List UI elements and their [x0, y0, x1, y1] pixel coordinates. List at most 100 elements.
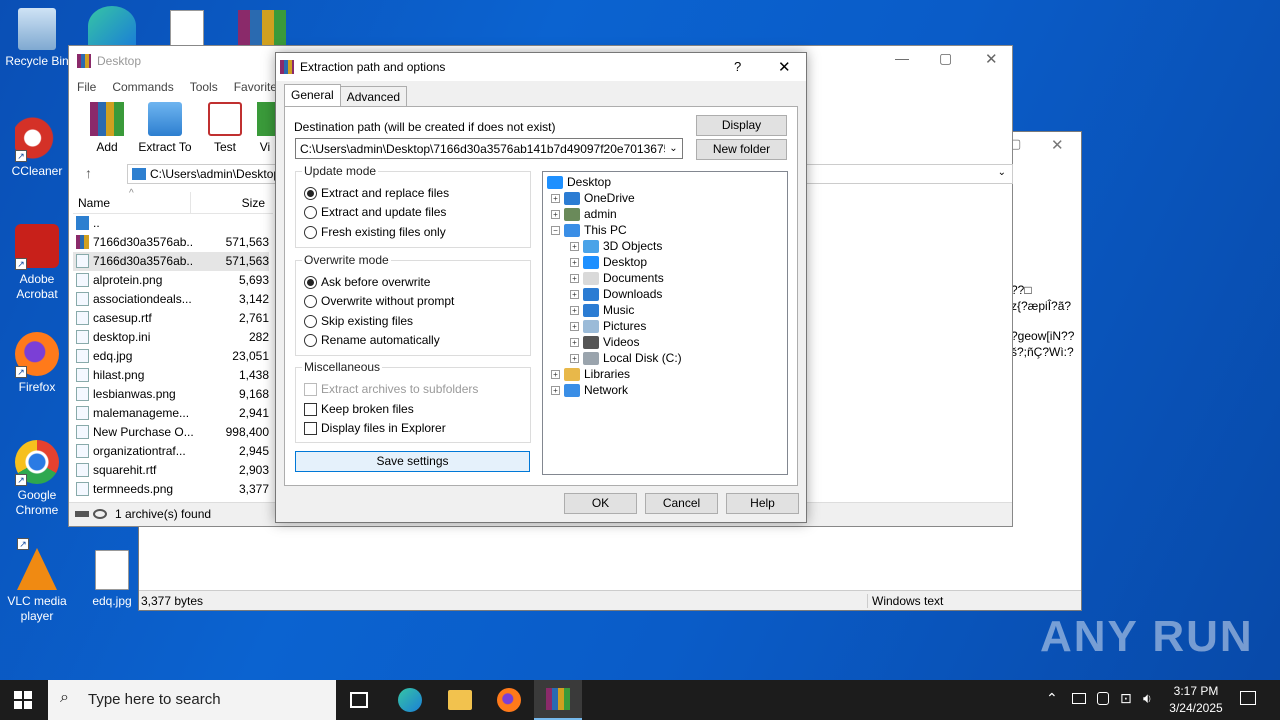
tree-node[interactable]: + OneDrive	[551, 190, 635, 206]
tree-node[interactable]: +3D Objects	[570, 238, 662, 254]
close-icon[interactable]: ✕	[985, 50, 998, 68]
menu-tools[interactable]: Tools	[190, 80, 218, 94]
expand-icon[interactable]: +	[570, 337, 579, 347]
tab-general[interactable]: General	[284, 84, 341, 108]
file-row[interactable]: edq.jpg 23,051	[73, 347, 269, 366]
checkbox-keep-broken-files[interactable]: Keep broken files	[304, 401, 414, 417]
radio-button[interactable]	[304, 333, 317, 347]
menu-file[interactable]: File	[77, 80, 96, 94]
file-explorer-icon[interactable]	[448, 690, 472, 710]
toolbar-add-button[interactable]: Add	[79, 102, 135, 154]
column-name[interactable]: Name	[78, 196, 110, 210]
tree-node[interactable]: + Downloads	[570, 286, 662, 302]
folder-tree[interactable]: Desktop + OneDrive + admin − This PC +3D Object…	[542, 171, 788, 475]
desktop-icon-firefox[interactable]: ↗ Firefox	[1, 332, 73, 395]
clock[interactable]: 3:17 PM 3/24/2025	[1166, 683, 1226, 717]
file-row[interactable]: lesbianwas.png 9,168	[73, 385, 269, 404]
file-row[interactable]: ..	[73, 214, 269, 233]
file-row[interactable]: termneeds.png 3,377	[73, 480, 269, 499]
checkbox[interactable]	[304, 402, 317, 416]
ok-button[interactable]: OK	[564, 493, 637, 514]
toolbar-test-button[interactable]: Test	[197, 102, 253, 154]
file-row[interactable]: 7166d30a3576ab... 571,563	[73, 252, 269, 271]
tree-node[interactable]: + Pictures	[570, 318, 646, 334]
task-view-icon[interactable]	[350, 692, 368, 708]
tree-node[interactable]: + admin	[551, 206, 617, 222]
file-row[interactable]: hilast.png 1,438	[73, 366, 269, 385]
radio-skip-existing[interactable]: Skip existing files	[304, 313, 413, 329]
tree-node[interactable]: Desktop	[547, 174, 611, 190]
expand-icon[interactable]: +	[570, 289, 579, 299]
desktop-icon-google-chrome[interactable]: ↗ Google Chrome	[1, 440, 73, 518]
radio-overwrite-without-prompt[interactable]: Overwrite without prompt	[304, 293, 454, 309]
checkbox[interactable]	[304, 421, 317, 435]
file-row[interactable]: squarehit.rtf 2,903	[73, 461, 269, 480]
radio-extract-replace[interactable]: Extract and replace files	[304, 185, 449, 201]
toolbar-view-button[interactable]: Vi	[253, 102, 277, 154]
tree-node[interactable]: + Network	[551, 382, 628, 398]
device-icon[interactable]	[1097, 692, 1109, 705]
column-size[interactable]: Size	[242, 196, 265, 210]
taskbar-search-box[interactable]: ⌕ Type here to search	[48, 680, 336, 720]
tree-node[interactable]: + Documents	[570, 270, 664, 286]
file-row[interactable]: malemanageme... 2,941	[73, 404, 269, 423]
expand-icon[interactable]: +	[551, 369, 560, 379]
new-folder-button[interactable]: New folder	[696, 139, 787, 160]
tree-node[interactable]: + Music	[570, 302, 634, 318]
chevron-up-icon[interactable]: ⌃	[1046, 690, 1058, 707]
expand-icon[interactable]: +	[570, 353, 579, 363]
radio-button[interactable]	[304, 314, 317, 328]
tree-node[interactable]: + Videos	[570, 334, 639, 350]
collapse-icon[interactable]: −	[551, 225, 560, 235]
toolbar-extract-to-button[interactable]: Extract To	[137, 102, 193, 154]
volume-icon[interactable]: 🔉︎	[1143, 690, 1152, 707]
winrar-desktop-icon[interactable]	[238, 10, 286, 46]
cancel-button[interactable]: Cancel	[645, 493, 718, 514]
network-icon[interactable]: ⊡	[1120, 690, 1132, 707]
tree-node[interactable]: + Libraries	[551, 366, 630, 382]
expand-icon[interactable]: +	[570, 273, 579, 283]
notification-icon[interactable]	[1240, 691, 1256, 705]
edge-taskbar-icon[interactable]	[398, 688, 422, 712]
radio-button-selected[interactable]	[304, 186, 317, 200]
minimize-icon[interactable]: —	[895, 50, 909, 66]
radio-extract-update[interactable]: Extract and update files	[304, 204, 446, 220]
expand-icon[interactable]: +	[551, 193, 560, 203]
file-row[interactable]: alprotein.png 5,693	[73, 271, 269, 290]
menu-commands[interactable]: Commands	[112, 80, 173, 94]
windows-start-icon[interactable]	[14, 691, 32, 709]
tree-node[interactable]: + Desktop	[570, 254, 647, 270]
up-arrow-icon[interactable]: ↑	[85, 165, 92, 181]
firefox-taskbar-icon[interactable]	[497, 688, 521, 712]
radio-button-selected[interactable]	[304, 275, 317, 289]
chevron-down-icon[interactable]: ⌄	[665, 139, 682, 158]
image-file-desktop-icon[interactable]	[170, 10, 204, 46]
expand-icon[interactable]: +	[570, 305, 579, 315]
display-button[interactable]: Display	[696, 115, 787, 136]
tree-node[interactable]: + Local Disk (C:)	[570, 350, 682, 366]
save-settings-button[interactable]: Save settings	[295, 451, 530, 472]
desktop-icon-adobe-acrobat[interactable]: ↗ Adobe Acrobat	[1, 224, 73, 302]
radio-fresh-existing[interactable]: Fresh existing files only	[304, 224, 446, 240]
close-icon[interactable]: ✕	[778, 58, 791, 76]
expand-icon[interactable]: +	[551, 385, 560, 395]
file-row[interactable]: associationdeals... 3,142	[73, 290, 269, 309]
desktop-icon-vlc[interactable]: ↗ VLC media player	[1, 538, 73, 624]
file-row[interactable]: New Purchase O... 998,400	[73, 423, 269, 442]
desktop-icon-recycle-bin[interactable]: Recycle Bin	[1, 8, 73, 69]
expand-icon[interactable]: +	[551, 209, 560, 219]
address-dropdown-icon[interactable]: ⌄	[998, 167, 1006, 178]
extraction-dialog[interactable]: Extraction path and options ? ✕ General …	[275, 52, 807, 523]
help-icon[interactable]: ?	[734, 59, 741, 74]
tree-node[interactable]: − This PC	[551, 222, 627, 238]
radio-rename-automatically[interactable]: Rename automatically	[304, 332, 440, 348]
winrar-taskbar-button[interactable]	[534, 680, 582, 720]
radio-ask-before-overwrite[interactable]: Ask before overwrite	[304, 274, 430, 290]
file-row[interactable]: 7166d30a3576ab... 571,563	[73, 233, 269, 252]
expand-icon[interactable]: +	[570, 241, 579, 251]
maximize-icon[interactable]: ▢	[939, 50, 952, 67]
destination-path-combobox[interactable]: C:\Users\admin\Desktop\7166d30a3576ab141…	[295, 138, 683, 159]
file-row[interactable]: organizationtraf... 2,945	[73, 442, 269, 461]
help-button[interactable]: Help	[726, 493, 799, 514]
expand-icon[interactable]: +	[570, 321, 579, 331]
